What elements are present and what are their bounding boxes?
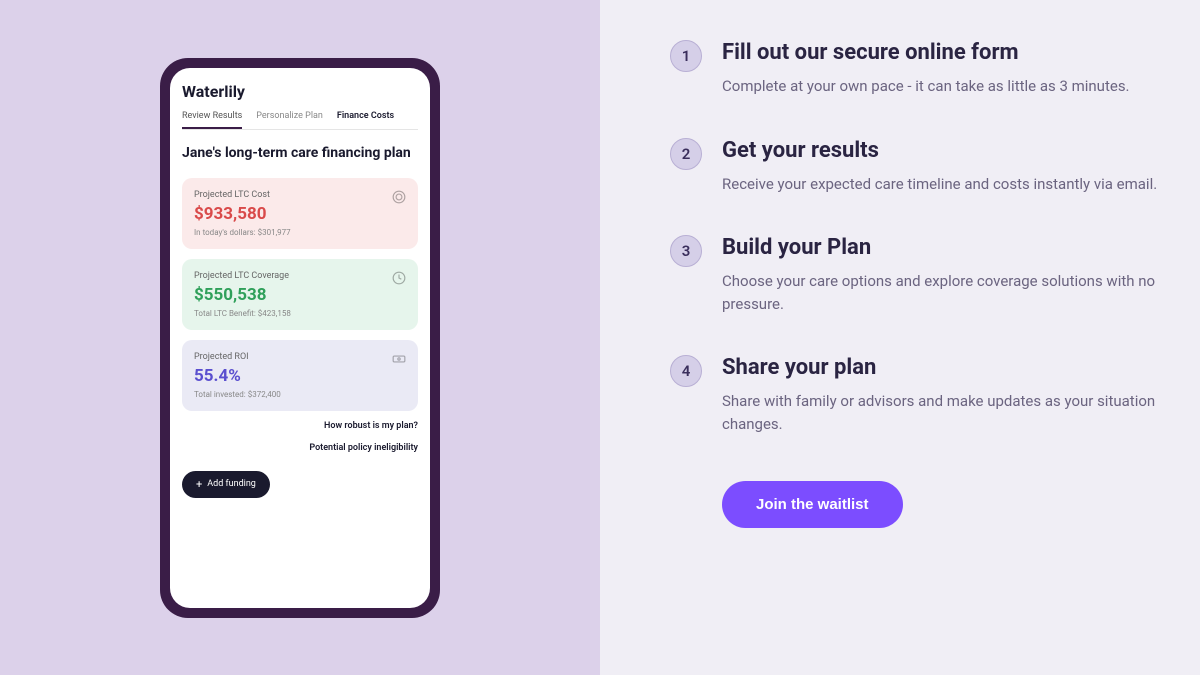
card-ltc-cost: Projected LTC Cost $933,580 In today's d… — [182, 178, 418, 249]
plan-links: How robust is my plan? Potential policy … — [182, 421, 418, 453]
card-value: $933,580 — [194, 204, 406, 224]
step-1: 1 Fill out our secure online form Comple… — [670, 40, 1164, 98]
tab-personalize-plan[interactable]: Personalize Plan — [256, 111, 323, 129]
link-robust[interactable]: How robust is my plan? — [182, 421, 418, 431]
step-number: 3 — [670, 235, 702, 267]
tab-finance-costs[interactable]: Finance Costs — [337, 111, 394, 129]
card-sub: Total LTC Benefit: $423,158 — [194, 309, 406, 318]
plus-icon: + — [196, 478, 202, 491]
step-number: 4 — [670, 355, 702, 387]
target-icon — [392, 190, 406, 204]
card-label: Projected LTC Coverage — [194, 271, 406, 281]
money-icon — [392, 352, 406, 366]
step-content: Build your Plan Choose your care options… — [722, 235, 1164, 315]
clock-icon — [392, 271, 406, 285]
card-value: 55.4% — [194, 366, 406, 386]
step-number: 2 — [670, 138, 702, 170]
card-label: Projected ROI — [194, 352, 406, 362]
app-title: Waterlily — [182, 82, 418, 101]
link-ineligibility[interactable]: Potential policy ineligibility — [182, 443, 418, 453]
card-roi: Projected ROI 55.4% Total invested: $372… — [182, 340, 418, 411]
tab-review-results[interactable]: Review Results — [182, 111, 242, 129]
step-title: Get your results — [722, 138, 1164, 163]
card-value: $550,538 — [194, 285, 406, 305]
card-sub: In today's dollars: $301,977 — [194, 228, 406, 237]
step-2: 2 Get your results Receive your expected… — [670, 138, 1164, 196]
step-desc: Receive your expected care timeline and … — [722, 173, 1164, 196]
step-3: 3 Build your Plan Choose your care optio… — [670, 235, 1164, 315]
tabs: Review Results Personalize Plan Finance … — [182, 111, 418, 130]
step-title: Share your plan — [722, 355, 1164, 380]
card-ltc-coverage: Projected LTC Coverage $550,538 Total LT… — [182, 259, 418, 330]
join-waitlist-button[interactable]: Join the waitlist — [722, 481, 903, 528]
step-title: Build your Plan — [722, 235, 1164, 260]
steps-panel: 1 Fill out our secure online form Comple… — [600, 0, 1200, 675]
step-title: Fill out our secure online form — [722, 40, 1164, 65]
step-content: Fill out our secure online form Complete… — [722, 40, 1164, 98]
card-sub: Total invested: $372,400 — [194, 390, 406, 399]
step-desc: Share with family or advisors and make u… — [722, 390, 1164, 435]
step-number: 1 — [670, 40, 702, 72]
plan-title: Jane's long-term care financing plan — [182, 144, 418, 162]
phone-frame: Waterlily Review Results Personalize Pla… — [160, 58, 440, 618]
step-desc: Complete at your own pace - it can take … — [722, 75, 1164, 98]
add-funding-button[interactable]: + Add funding — [182, 471, 270, 498]
add-funding-label: Add funding — [207, 479, 256, 489]
step-4: 4 Share your plan Share with family or a… — [670, 355, 1164, 435]
card-label: Projected LTC Cost — [194, 190, 406, 200]
step-content: Share your plan Share with family or adv… — [722, 355, 1164, 435]
phone-showcase-panel: Waterlily Review Results Personalize Pla… — [0, 0, 600, 675]
step-content: Get your results Receive your expected c… — [722, 138, 1164, 196]
phone-screen: Waterlily Review Results Personalize Pla… — [170, 68, 430, 608]
step-desc: Choose your care options and explore cov… — [722, 270, 1164, 315]
